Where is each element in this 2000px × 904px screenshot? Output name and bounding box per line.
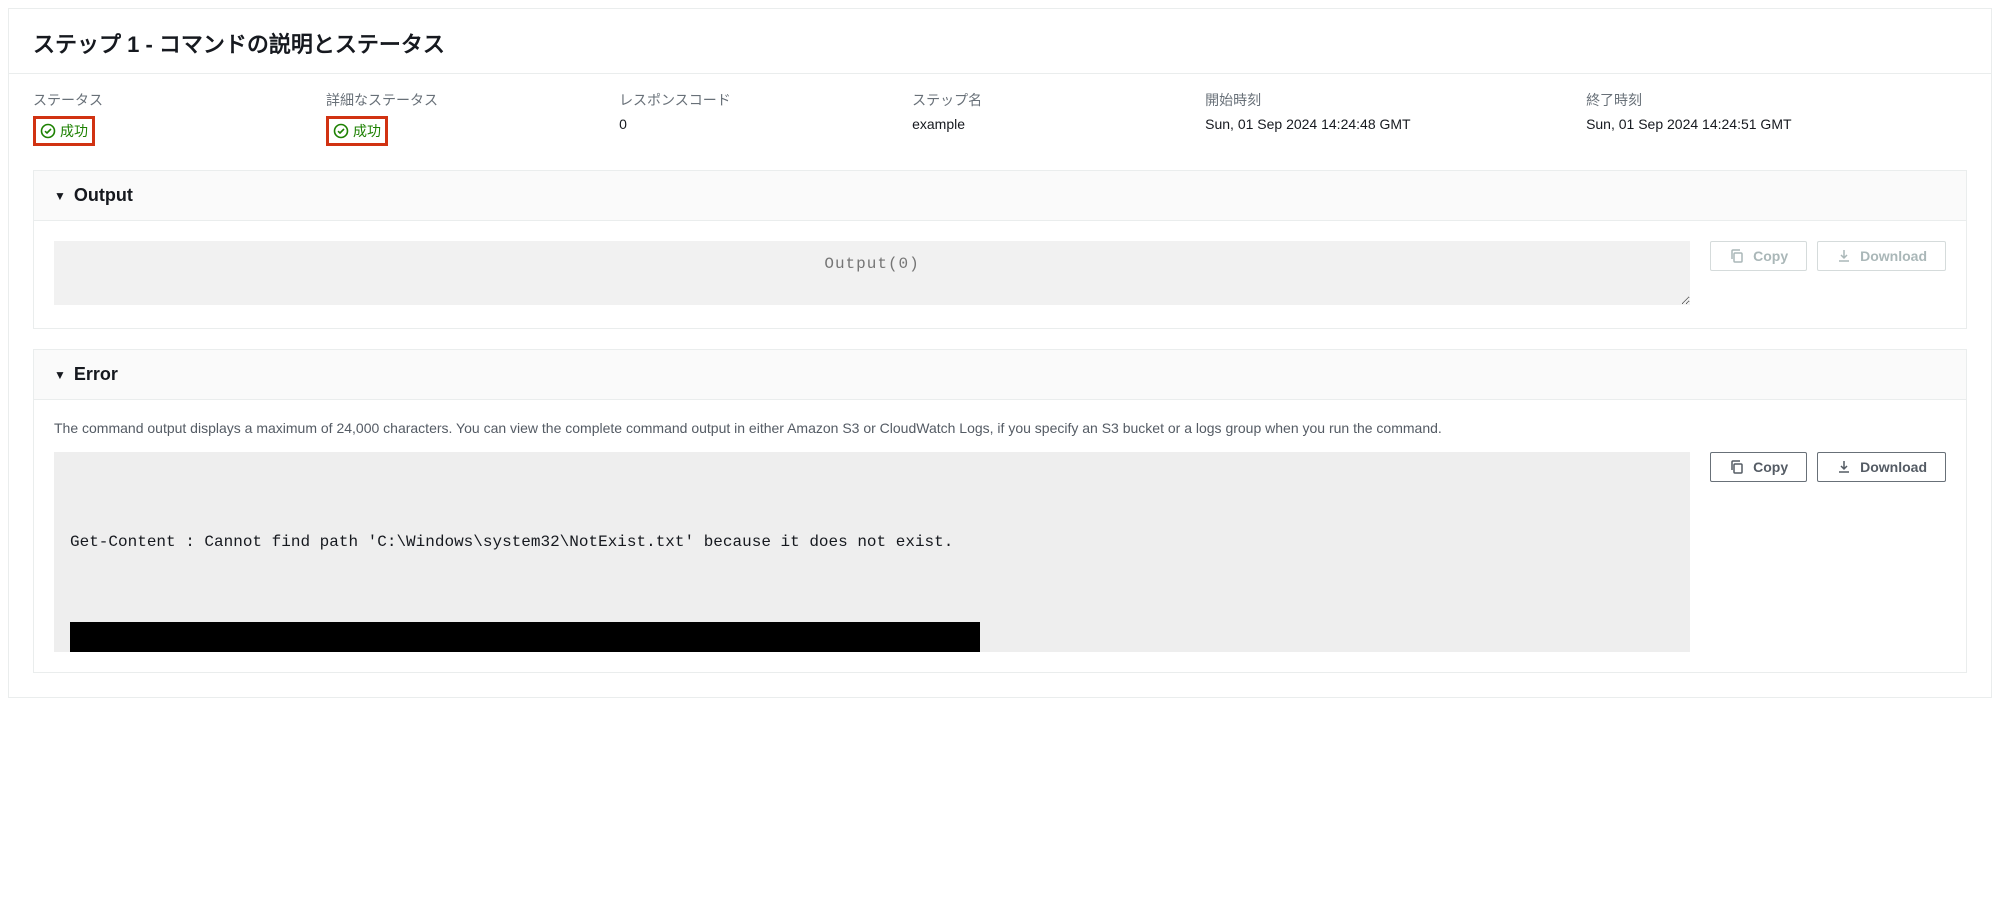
status-badge: 成功 — [40, 121, 88, 141]
copy-icon — [1729, 459, 1745, 475]
detailed-status-badge: 成功 — [333, 121, 381, 141]
response-code-label: レスポンスコード — [619, 90, 912, 110]
download-error-button[interactable]: Download — [1817, 452, 1946, 482]
check-circle-icon — [40, 123, 56, 139]
end-time-value: Sun, 01 Sep 2024 14:24:51 GMT — [1586, 116, 1967, 132]
output-section: ▼ Output Copy Download — [33, 170, 1967, 329]
summary-end-time: 終了時刻 Sun, 01 Sep 2024 14:24:51 GMT — [1586, 90, 1967, 146]
download-output-button[interactable]: Download — [1817, 241, 1946, 271]
step-name-label: ステップ名 — [912, 90, 1205, 110]
caret-down-icon: ▼ — [54, 368, 66, 382]
output-title: Output — [74, 185, 133, 206]
copy-output-button[interactable]: Copy — [1710, 241, 1807, 271]
output-toggle[interactable]: ▼ Output — [34, 171, 1966, 221]
detailed-status-label: 詳細なステータス — [326, 90, 619, 110]
error-line-1: Get-Content : Cannot find path 'C:\Windo… — [70, 527, 1674, 557]
status-label: ステータス — [33, 90, 326, 110]
status-value: 成功 — [60, 121, 88, 141]
check-circle-icon — [333, 123, 349, 139]
error-toggle[interactable]: ▼ Error — [34, 350, 1966, 400]
copy-error-label: Copy — [1753, 459, 1788, 475]
redacted-block — [70, 622, 980, 652]
start-time-value: Sun, 01 Sep 2024 14:24:48 GMT — [1205, 116, 1586, 132]
start-time-label: 開始時刻 — [1205, 90, 1586, 110]
summary-detailed-status: 詳細なステータス 成功 — [326, 90, 619, 146]
caret-down-icon: ▼ — [54, 189, 66, 203]
copy-error-button[interactable]: Copy — [1710, 452, 1807, 482]
download-error-label: Download — [1860, 459, 1927, 475]
download-icon — [1836, 248, 1852, 264]
response-code-value: 0 — [619, 116, 912, 132]
download-output-label: Download — [1860, 248, 1927, 264]
error-textarea[interactable]: Get-Content : Cannot find path 'C:\Windo… — [54, 452, 1690, 652]
summary-row: ステータス 成功 詳細なステータス 成功 — [9, 74, 1991, 170]
step-name-value: example — [912, 116, 1205, 132]
error-help-text: The command output displays a maximum of… — [54, 420, 1946, 436]
download-icon — [1836, 459, 1852, 475]
summary-step-name: ステップ名 example — [912, 90, 1205, 146]
end-time-label: 終了時刻 — [1586, 90, 1967, 110]
status-highlight: 成功 — [33, 116, 95, 146]
summary-status: ステータス 成功 — [33, 90, 326, 146]
summary-response-code: レスポンスコード 0 — [619, 90, 912, 146]
copy-output-label: Copy — [1753, 248, 1788, 264]
page-title: ステップ 1 - コマンドの説明とステータス — [9, 9, 1991, 73]
error-title: Error — [74, 364, 118, 385]
summary-start-time: 開始時刻 Sun, 01 Sep 2024 14:24:48 GMT — [1205, 90, 1586, 146]
error-section: ▼ Error The command output displays a ma… — [33, 349, 1967, 673]
output-textarea[interactable] — [54, 241, 1690, 305]
copy-icon — [1729, 248, 1745, 264]
detailed-status-highlight: 成功 — [326, 116, 388, 146]
detailed-status-value: 成功 — [353, 121, 381, 141]
step-panel: ステップ 1 - コマンドの説明とステータス ステータス 成功 詳細なステータス — [8, 8, 1992, 698]
